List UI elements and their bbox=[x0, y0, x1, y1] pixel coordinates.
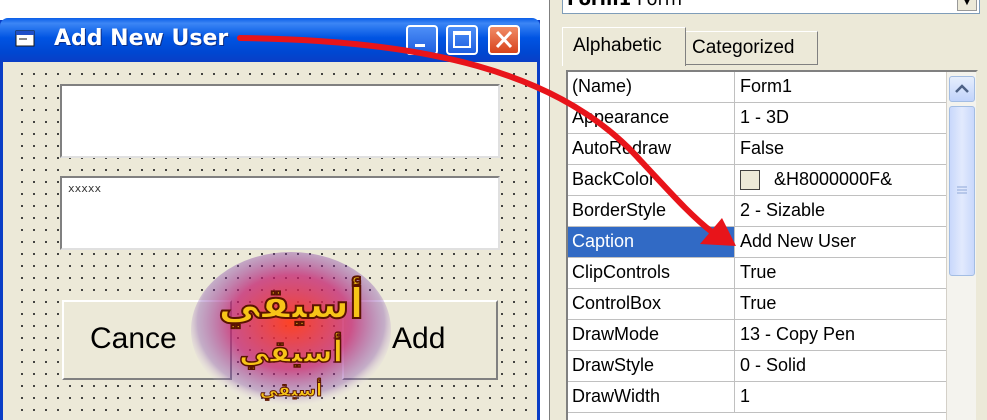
property-value[interactable]: &H8000000F& bbox=[774, 169, 892, 190]
property-row-drawwidth[interactable]: DrawWidth 1 bbox=[568, 382, 946, 413]
object-name: Form1 bbox=[567, 0, 631, 10]
add-button-label: Add bbox=[392, 322, 446, 355]
column-divider bbox=[734, 351, 735, 382]
watermark-logo: أسيقي أسيقي أسيقي bbox=[191, 252, 391, 408]
property-row-clipcontrols[interactable]: ClipControls True bbox=[568, 258, 946, 289]
scroll-up-button[interactable] bbox=[949, 76, 975, 102]
tab-alphabetic[interactable]: Alphabetic bbox=[562, 27, 686, 66]
property-row-drawmode[interactable]: DrawMode 13 - Copy Pen bbox=[568, 320, 946, 351]
property-name: BackColor bbox=[572, 169, 656, 189]
column-divider bbox=[734, 103, 735, 134]
property-row-backcolor[interactable]: BackColor &H8000000F& bbox=[568, 165, 946, 196]
close-icon bbox=[495, 30, 513, 49]
chevron-up-icon bbox=[955, 84, 969, 93]
property-name: ClipControls bbox=[572, 262, 671, 282]
tab-categorized-label: Categorized bbox=[692, 37, 795, 58]
property-row-borderstyle[interactable]: BorderStyle 2 - Sizable bbox=[568, 196, 946, 227]
property-value[interactable]: 13 - Copy Pen bbox=[740, 324, 855, 345]
object-type: Form bbox=[637, 0, 682, 10]
column-divider bbox=[734, 72, 735, 103]
grip-icon bbox=[957, 186, 967, 194]
minimize-icon bbox=[415, 44, 425, 47]
property-row-controlbox[interactable]: ControlBox True bbox=[568, 289, 946, 320]
form-title: Add New User bbox=[54, 26, 229, 51]
username-textbox[interactable] bbox=[60, 84, 500, 158]
property-row-caption[interactable]: Caption Add New User bbox=[568, 227, 946, 258]
property-name: Caption bbox=[572, 231, 635, 251]
tab-alphabetic-label: Alphabetic bbox=[573, 35, 662, 56]
property-value[interactable]: 1 bbox=[740, 386, 750, 407]
property-row-appearance[interactable]: Appearance 1 - 3D bbox=[568, 103, 946, 134]
property-name: DrawMode bbox=[572, 324, 660, 344]
property-name: DrawStyle bbox=[572, 355, 655, 375]
column-divider bbox=[734, 289, 735, 320]
maximize-icon bbox=[453, 31, 471, 48]
property-name: AutoRedraw bbox=[572, 138, 672, 158]
password-textbox[interactable]: xxxxx bbox=[60, 176, 500, 250]
vertical-scrollbar[interactable] bbox=[946, 72, 976, 420]
minimize-button[interactable] bbox=[406, 25, 438, 55]
property-value[interactable]: Form1 bbox=[740, 76, 792, 97]
watermark-text-tiny: أسيقي bbox=[260, 378, 322, 401]
property-value[interactable]: True bbox=[740, 262, 776, 283]
property-value[interactable]: 0 - Solid bbox=[740, 355, 806, 376]
form-title-bar[interactable]: Add New User bbox=[0, 18, 540, 62]
color-swatch bbox=[740, 170, 760, 190]
cancel-button-label: Cance bbox=[90, 322, 177, 355]
property-value[interactable]: 2 - Sizable bbox=[740, 200, 825, 221]
column-divider bbox=[734, 382, 735, 413]
column-divider bbox=[734, 258, 735, 289]
tab-categorized[interactable]: Categorized bbox=[686, 31, 818, 65]
object-selector-text: Form1 Form bbox=[567, 0, 682, 10]
watermark-text-small: أسيقي bbox=[239, 332, 343, 370]
close-button[interactable] bbox=[488, 25, 520, 55]
maximize-button[interactable] bbox=[446, 25, 478, 55]
property-value[interactable]: False bbox=[740, 138, 784, 159]
column-divider bbox=[734, 165, 735, 196]
properties-window: Form1 Form ▼ Alphabetic Categorized (Nam… bbox=[549, 0, 987, 420]
property-row-name[interactable]: (Name) Form1 bbox=[568, 72, 946, 103]
watermark-text: أسيقي bbox=[218, 276, 364, 329]
password-mask-text: xxxxx bbox=[68, 182, 102, 195]
column-divider bbox=[734, 227, 735, 258]
property-name: ControlBox bbox=[572, 293, 662, 313]
chevron-down-icon[interactable]: ▼ bbox=[957, 0, 977, 11]
property-row-autoredraw[interactable]: AutoRedraw False bbox=[568, 134, 946, 165]
column-divider bbox=[734, 134, 735, 165]
property-value[interactable]: True bbox=[740, 293, 776, 314]
property-name: Appearance bbox=[572, 107, 670, 127]
property-grid: (Name) Form1 Appearance 1 - 3D AutoRedra… bbox=[566, 70, 978, 420]
object-selector[interactable]: Form1 Form ▼ bbox=[562, 0, 980, 14]
property-value[interactable]: Add New User bbox=[740, 231, 856, 252]
property-name: BorderStyle bbox=[572, 200, 667, 220]
property-name: (Name) bbox=[572, 76, 633, 96]
form-icon bbox=[15, 30, 35, 47]
column-divider bbox=[734, 320, 735, 351]
property-name: DrawWidth bbox=[572, 386, 661, 406]
property-row-drawstyle[interactable]: DrawStyle 0 - Solid bbox=[568, 351, 946, 382]
scroll-thumb[interactable] bbox=[949, 106, 975, 276]
column-divider bbox=[734, 196, 735, 227]
property-value[interactable]: 1 - 3D bbox=[740, 107, 789, 128]
